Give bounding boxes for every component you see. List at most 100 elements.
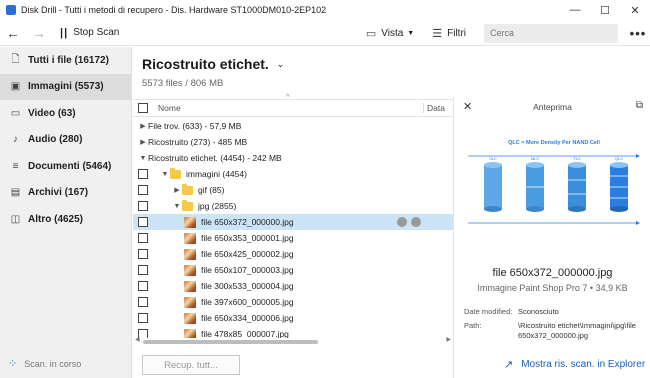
file-row[interactable]: file 478x85_000007.jpg xyxy=(133,326,453,338)
more-options-icon[interactable]: ••• xyxy=(626,26,650,41)
image-thumbnail-icon xyxy=(184,280,196,292)
page-title: Ricostruito etichet. xyxy=(142,56,269,72)
tree-row-jpg-folder[interactable]: ▼ jpg (2855) xyxy=(133,198,453,214)
preview-file-meta: Immagine Paint Shop Pro 7 • 34,9 KB xyxy=(477,283,628,293)
sidebar: 🗋 Tutti i file (16172) ▣ Immagini (5573)… xyxy=(0,47,132,378)
cell-label: SLC xyxy=(489,156,497,161)
row-label: file 478x85_000007.jpg xyxy=(201,329,289,338)
pause-icon: | | xyxy=(60,26,67,39)
document-icon: ≡ xyxy=(12,160,19,172)
scroll-right-icon[interactable]: ▶ xyxy=(446,336,451,343)
date-column-header[interactable]: Data xyxy=(423,103,453,113)
recover-icon[interactable] xyxy=(411,217,421,227)
row-checkbox[interactable] xyxy=(138,297,148,307)
file-row[interactable]: file 397x600_000005.jpg xyxy=(133,294,453,310)
row-checkbox[interactable] xyxy=(138,233,148,243)
forward-icon[interactable]: → xyxy=(26,21,52,45)
scrollbar-thumb[interactable] xyxy=(143,340,318,344)
image-thumbnail-icon xyxy=(184,328,196,338)
select-all-checkbox[interactable] xyxy=(138,103,148,113)
horizontal-scrollbar[interactable]: ◀ ▶ xyxy=(133,336,453,345)
page-title-dropdown[interactable]: Ricostruito etichet. ⌄ xyxy=(142,56,284,72)
date-modified-key: Date modified: xyxy=(464,307,513,316)
collapse-arrow-icon[interactable]: ▼ xyxy=(172,203,182,210)
file-row[interactable]: file 650x334_000006.jpg xyxy=(133,310,453,326)
sidebar-item-images[interactable]: ▣ Immagini (5573) xyxy=(0,73,131,100)
date-modified-value: Sconosciuto xyxy=(518,307,559,316)
row-checkbox[interactable] xyxy=(138,281,148,291)
row-checkbox[interactable] xyxy=(138,185,148,195)
filter-button[interactable]: ☰ Filtri xyxy=(432,27,466,40)
row-checkbox[interactable] xyxy=(138,201,148,211)
row-label: file 300x533_000004.jpg xyxy=(201,281,294,291)
folder-view-icon: ▭ xyxy=(365,27,377,40)
results-panel: Ricostruito etichet. ⌄ 5573 files / 806 … xyxy=(133,47,453,378)
recover-all-button[interactable]: Recup. tutt... xyxy=(142,355,240,375)
scroll-left-icon[interactable]: ◀ xyxy=(135,336,140,343)
expand-arrow-icon[interactable]: ▶ xyxy=(138,122,148,130)
maximize-button[interactable]: ☐ xyxy=(590,0,620,20)
title-bar: Disk Drill - Tutti i metodi di recupero … xyxy=(0,0,650,20)
row-checkbox[interactable] xyxy=(138,169,148,179)
folder-icon xyxy=(182,183,193,195)
name-column-header[interactable]: Nome ^ xyxy=(158,94,423,113)
filter-label: Filtri xyxy=(447,27,466,39)
collapse-arrow-icon[interactable]: ▼ xyxy=(160,171,170,178)
search-input[interactable] xyxy=(484,23,618,43)
image-thumbnail-icon xyxy=(184,232,196,244)
column-header: Nome ^ Data xyxy=(133,94,453,117)
video-icon: ▭ xyxy=(10,107,21,119)
row-label: File trov. (633) - 57,9 MB xyxy=(148,121,242,131)
file-row[interactable]: file 300x533_000004.jpg xyxy=(133,278,453,294)
results-summary: 5573 files / 806 MB xyxy=(142,78,224,89)
sidebar-item-label: Altro (4625) xyxy=(28,213,84,225)
collapse-arrow-icon[interactable]: ▼ xyxy=(138,155,148,162)
show-in-explorer-link[interactable]: ↗ Mostra ris. scan. in Explorer xyxy=(504,358,645,371)
preview-details: Date modified: Sconosciuto Path: \Ricost… xyxy=(464,307,647,345)
sidebar-item-audio[interactable]: ♪ Audio (280) xyxy=(0,127,131,154)
view-button[interactable]: ▭ Vista ▼ xyxy=(366,27,414,40)
close-preview-icon[interactable]: ✕ xyxy=(463,100,472,113)
expand-arrow-icon[interactable]: ▶ xyxy=(138,138,148,146)
row-actions xyxy=(393,217,421,227)
row-checkbox[interactable] xyxy=(138,217,148,227)
preview-image: QLC = More Density Per NAND Cell SLC MLC… xyxy=(464,137,643,234)
row-label: Ricostruito (273) - 485 MB xyxy=(148,137,248,147)
sidebar-item-all-files[interactable]: 🗋 Tutti i file (16172) xyxy=(0,47,131,74)
tree-row-images-folder[interactable]: ▼ immagini (4454) xyxy=(133,166,453,182)
sidebar-item-label: Immagini (5573) xyxy=(28,81,104,93)
row-label: file 650x425_000002.jpg xyxy=(201,249,294,259)
folder-icon xyxy=(170,167,181,179)
sidebar-item-video[interactable]: ▭ Video (63) xyxy=(0,100,131,127)
file-row[interactable]: file 650x107_000003.jpg xyxy=(133,262,453,278)
back-icon[interactable]: ← xyxy=(0,21,26,45)
tree-row-found-files[interactable]: ▶ File trov. (633) - 57,9 MB xyxy=(133,118,453,134)
row-checkbox[interactable] xyxy=(138,265,148,275)
tree-row-reconstructed-labeled[interactable]: ▼ Ricostruito etichet. (4454) - 242 MB xyxy=(133,150,453,166)
copy-icon[interactable]: ⧉ xyxy=(636,100,643,111)
preview-panel: ✕ Anteprima ⧉ QLC = More Density Per NAN… xyxy=(453,97,650,378)
name-column-label: Nome xyxy=(158,103,181,113)
tree-row-reconstructed[interactable]: ▶ Ricostruito (273) - 485 MB xyxy=(133,134,453,150)
close-button[interactable]: ✕ xyxy=(620,0,650,20)
expand-arrow-icon[interactable]: ▶ xyxy=(172,186,182,194)
row-label: file 650x334_000006.jpg xyxy=(201,313,294,323)
sidebar-item-other[interactable]: ◫ Altro (4625) xyxy=(0,206,131,233)
file-row[interactable]: file 650x353_000001.jpg xyxy=(133,230,453,246)
filter-icon: ☰ xyxy=(432,27,443,40)
spinner-icon: ⁘ xyxy=(8,358,18,370)
row-checkbox[interactable] xyxy=(138,249,148,259)
minimize-button[interactable]: — xyxy=(560,0,590,20)
stop-scan-label: Stop Scan xyxy=(73,27,120,38)
sidebar-item-documents[interactable]: ≡ Documenti (5464) xyxy=(0,153,131,180)
file-row[interactable]: file 650x372_000000.jpg xyxy=(133,214,453,230)
path-value: \Ricostruito etichet\Immagini\jpg\file 6… xyxy=(518,321,636,340)
row-checkbox[interactable] xyxy=(138,313,148,323)
preview-eye-icon[interactable] xyxy=(397,217,407,227)
archive-icon: ▤ xyxy=(10,187,21,199)
file-row[interactable]: file 650x425_000002.jpg xyxy=(133,246,453,262)
tree-row-gif-folder[interactable]: ▶ gif (85) xyxy=(133,182,453,198)
stop-scan-button[interactable]: | | Stop Scan xyxy=(60,27,119,39)
music-icon: ♪ xyxy=(13,134,18,146)
sidebar-item-archives[interactable]: ▤ Archivi (167) xyxy=(0,180,131,207)
